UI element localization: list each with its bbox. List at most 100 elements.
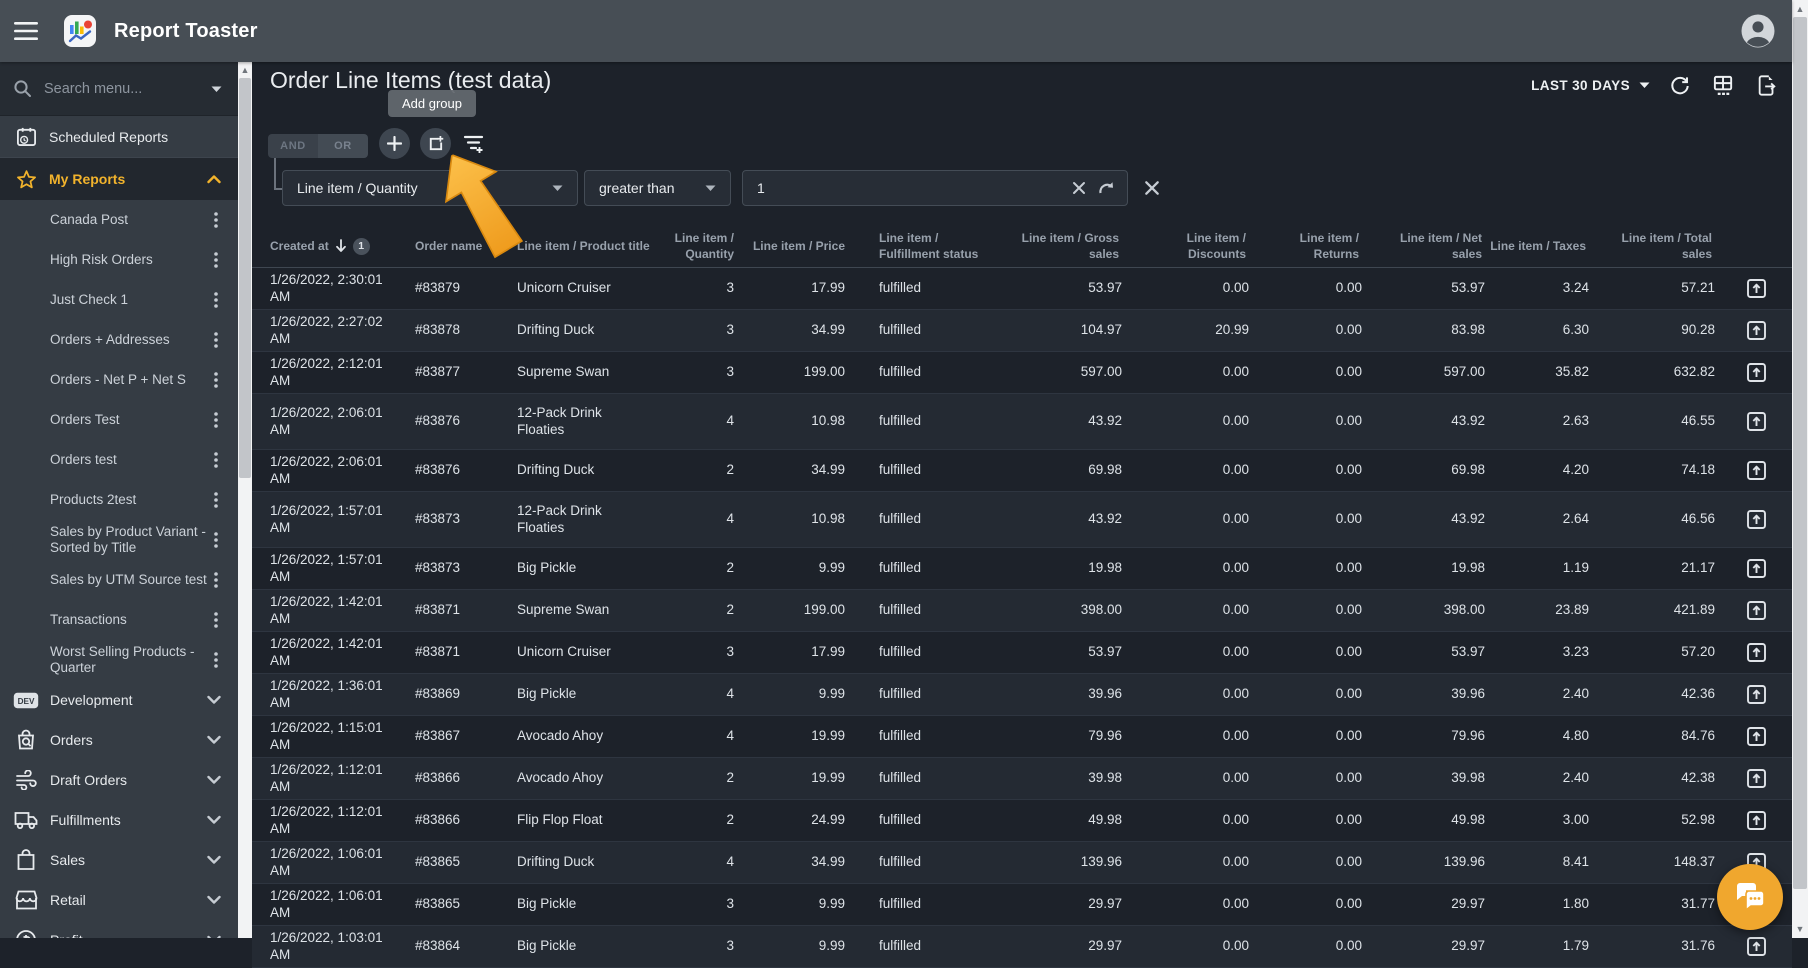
column-header-discounts[interactable]: Line item / Discounts <box>1127 230 1254 262</box>
export-report-icon[interactable] <box>1754 72 1780 99</box>
open-report-button[interactable] <box>1720 554 1792 583</box>
refresh-icon[interactable] <box>1667 73 1693 99</box>
open-report-button[interactable] <box>1720 596 1792 625</box>
cell-returns: 0.00 <box>1335 511 1362 527</box>
sidebar-scrollbar[interactable]: ▲ <box>238 62 252 938</box>
account-icon[interactable] <box>1740 13 1776 49</box>
scroll-up-icon[interactable]: ▲ <box>1792 3 1808 15</box>
open-report-button[interactable] <box>1720 316 1792 345</box>
clear-value-icon[interactable] <box>1071 180 1087 196</box>
menu-search[interactable]: Search menu... <box>0 62 238 116</box>
cell-price: 17.99 <box>811 644 845 660</box>
kebab-menu-icon[interactable] <box>206 369 226 391</box>
open-report-button[interactable] <box>1720 638 1792 667</box>
date-range-label: LAST 30 DAYS <box>1531 78 1630 93</box>
sidebar-section[interactable]: DEV Development <box>0 680 238 720</box>
and-or-toggle[interactable]: AND OR <box>268 134 368 158</box>
column-header-returns[interactable]: Line item / Returns <box>1254 230 1367 262</box>
redo-icon[interactable] <box>1097 180 1117 197</box>
cell-quantity: 4 <box>726 511 734 527</box>
open-report-button[interactable] <box>1720 505 1792 534</box>
sidebar-report-item[interactable]: Canada Post <box>0 200 238 240</box>
sidebar-report-item[interactable]: High Risk Orders <box>0 240 238 280</box>
chevron-down-icon <box>207 695 221 705</box>
cell-created-at: 1/26/2022, 2:06:01 AM <box>270 454 383 486</box>
sidebar-section[interactable]: Orders <box>0 720 238 760</box>
sidebar-report-item[interactable]: Orders test <box>0 440 238 480</box>
scroll-down-icon[interactable]: ▼ <box>1792 923 1808 935</box>
or-toggle[interactable]: OR <box>318 134 368 158</box>
kebab-menu-icon[interactable] <box>206 449 226 471</box>
column-header-product-title[interactable]: Line item / Product title <box>500 238 660 254</box>
kebab-menu-icon[interactable] <box>206 289 226 311</box>
column-header-fulfillment-status[interactable]: Line item / Fulfillment status <box>850 230 1000 262</box>
column-header-quantity[interactable]: Line item / Quantity <box>660 230 737 262</box>
kebab-menu-icon[interactable] <box>206 489 226 511</box>
column-header-created-at[interactable]: Created at 1 <box>252 237 400 255</box>
cell-discounts: 0.00 <box>1222 728 1249 744</box>
open-report-button[interactable] <box>1720 274 1792 303</box>
open-row-icon <box>1746 510 1766 529</box>
column-header-price[interactable]: Line item / Price <box>737 238 850 254</box>
sidebar-report-item[interactable]: Transactions <box>0 600 238 640</box>
chat-fab-button[interactable] <box>1717 864 1783 930</box>
add-filter-button[interactable] <box>379 128 410 159</box>
kebab-menu-icon[interactable] <box>206 569 226 591</box>
add-group-button[interactable] <box>420 128 451 159</box>
sidebar-report-item[interactable]: Orders - Net P + Net S <box>0 360 238 400</box>
kebab-menu-icon[interactable] <box>206 209 226 231</box>
sidebar-scrollbar-thumb[interactable] <box>239 78 251 478</box>
sidebar-section[interactable]: Retail <box>0 880 238 920</box>
sidebar-section[interactable]: Sales <box>0 840 238 880</box>
date-range-selector[interactable]: LAST 30 DAYS <box>1531 78 1650 93</box>
window-scrollbar[interactable]: ▲ ▼ <box>1792 0 1808 938</box>
open-report-button[interactable] <box>1720 407 1792 436</box>
column-header-taxes[interactable]: Line item / Taxes <box>1490 238 1594 254</box>
and-toggle[interactable]: AND <box>268 134 318 158</box>
filter-value-input[interactable]: 1 <box>742 170 1128 206</box>
sidebar-report-item[interactable]: Orders + Addresses <box>0 320 238 360</box>
column-header-total-sales[interactable]: Line item / Total sales <box>1594 230 1720 262</box>
sidebar-item-my-reports[interactable]: My Reports <box>0 158 238 200</box>
kebab-menu-icon[interactable] <box>206 329 226 351</box>
filter-field-select[interactable]: Line item / Quantity <box>282 170 578 206</box>
search-input[interactable]: Search menu... <box>44 81 142 97</box>
sidebar-report-item[interactable]: Just Check 1 <box>0 280 238 320</box>
open-report-button[interactable] <box>1720 764 1792 793</box>
sidebar-item-scheduled-reports[interactable]: Scheduled Reports <box>0 116 238 158</box>
cell-discounts: 0.00 <box>1222 413 1249 429</box>
column-header-gross-sales[interactable]: Line item / Gross sales <box>1000 230 1127 262</box>
sidebar-section[interactable]: Draft Orders <box>0 760 238 800</box>
open-report-button[interactable] <box>1720 806 1792 835</box>
sidebar-report-item[interactable]: Sales by Product Variant - Sorted by Tit… <box>0 520 238 560</box>
kebab-menu-icon[interactable] <box>206 649 226 671</box>
kebab-menu-icon[interactable] <box>206 529 226 551</box>
kebab-menu-icon[interactable] <box>206 609 226 631</box>
kebab-menu-icon[interactable] <box>206 249 226 271</box>
hamburger-menu-icon[interactable] <box>14 21 40 41</box>
sidebar-report-item[interactable]: Worst Selling Products - Quarter <box>0 640 238 680</box>
sidebar-report-item[interactable]: Orders Test <box>0 400 238 440</box>
sidebar-section[interactable]: Profit <box>0 920 238 938</box>
add-quick-filter-button[interactable] <box>461 132 487 156</box>
column-header-order-name[interactable]: Order name <box>400 238 500 254</box>
open-report-button[interactable] <box>1720 456 1792 485</box>
remove-condition-icon[interactable] <box>1142 178 1162 198</box>
scroll-up-icon[interactable]: ▲ <box>238 64 252 76</box>
window-scrollbar-thumb[interactable] <box>1793 17 1807 889</box>
filter-operator-select[interactable]: greater than <box>584 170 731 206</box>
open-report-button[interactable] <box>1720 680 1792 709</box>
sidebar-report-item[interactable]: Sales by UTM Source test <box>0 560 238 600</box>
open-report-button[interactable] <box>1720 358 1792 387</box>
column-header-net-sales[interactable]: Line item / Net sales <box>1367 230 1490 262</box>
table-columns-icon[interactable] <box>1710 72 1737 99</box>
cell-created-at: 1/26/2022, 2:12:01 AM <box>270 356 383 388</box>
sidebar-section[interactable]: Fulfillments <box>0 800 238 840</box>
sidebar-report-item[interactable]: Products 2test <box>0 480 238 520</box>
chevron-down-icon[interactable] <box>211 86 222 93</box>
cell-order-name: #83878 <box>415 322 461 338</box>
open-report-button[interactable] <box>1720 722 1792 751</box>
kebab-menu-icon[interactable] <box>206 409 226 431</box>
cell-order-name: #83879 <box>415 280 461 296</box>
open-report-button[interactable] <box>1720 932 1792 961</box>
